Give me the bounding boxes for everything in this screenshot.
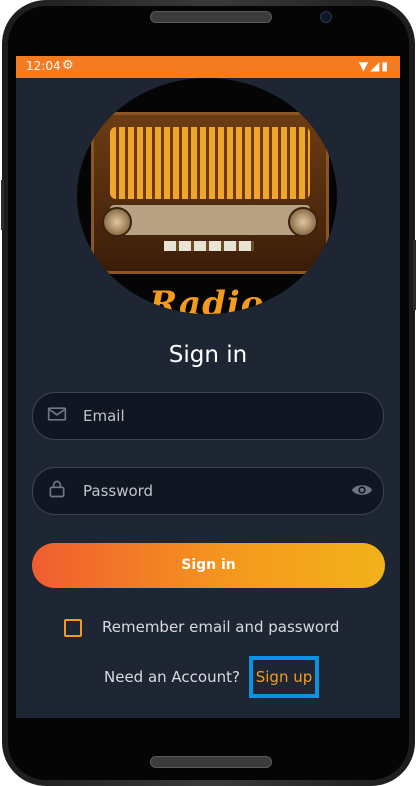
app-logo: Radio Journey <box>77 78 337 314</box>
power-button <box>413 240 416 310</box>
top-speaker <box>150 11 272 23</box>
signal-icon: ◢ <box>370 59 382 73</box>
sign-in-button[interactable]: Sign in <box>32 543 385 588</box>
bottom-speaker <box>150 756 272 768</box>
logo-text: Radio Journey <box>149 284 265 314</box>
settings-icon: ⚙ <box>62 58 74 73</box>
lock-icon <box>49 480 65 498</box>
remember-checkbox[interactable] <box>64 619 82 637</box>
show-password-icon[interactable] <box>351 480 373 500</box>
remember-label: Remember email and password <box>102 618 340 636</box>
password-field[interactable] <box>32 467 384 515</box>
email-input[interactable] <box>81 401 335 431</box>
remember-row[interactable]: Remember email and password <box>64 616 384 640</box>
email-field[interactable] <box>32 392 384 440</box>
wifi-icon: ▼ <box>358 59 371 73</box>
mail-icon <box>47 407 67 421</box>
front-camera <box>320 11 332 23</box>
sign-up-link[interactable]: Sign up <box>249 656 319 698</box>
radio-icon <box>91 112 329 274</box>
status-time: 12:04 <box>26 59 61 73</box>
page-title: Sign in <box>168 342 248 368</box>
account-prompt: Need an Account? <box>104 668 240 686</box>
status-bar: 12:04 ⚙ ▼◢▮ <box>16 56 400 78</box>
app-screen: 12:04 ⚙ ▼◢▮ Radio Journey Sign in <box>16 56 400 718</box>
battery-icon: ▮ <box>381 59 390 73</box>
volume-button <box>1 180 4 230</box>
password-input[interactable] <box>81 476 335 506</box>
